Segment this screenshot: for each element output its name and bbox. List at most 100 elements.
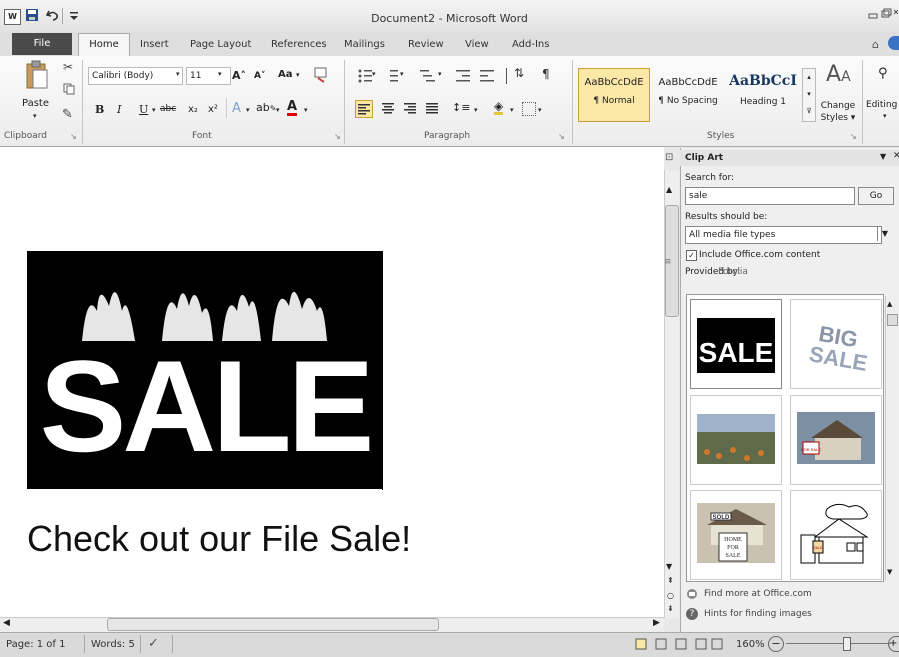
chevron-down-icon[interactable]: ▾: [883, 112, 887, 120]
results-scroll-thumb[interactable]: [887, 314, 898, 326]
font-size-select[interactable]: 11: [186, 67, 231, 85]
pane-splitter-icon[interactable]: ≡: [664, 257, 672, 267]
clear-formatting-icon[interactable]: [312, 66, 330, 84]
minimize-ribbon-icon[interactable]: ⌂: [872, 38, 879, 51]
proofing-icon[interactable]: ✓: [148, 636, 159, 651]
style-heading-1[interactable]: AaBbCcI Heading 1: [724, 68, 802, 122]
copy-icon[interactable]: [63, 83, 75, 95]
results-scrollbar[interactable]: [885, 296, 898, 580]
chevron-down-icon[interactable]: ▾: [176, 70, 180, 78]
paste-button[interactable]: Paste: [22, 98, 49, 109]
chevron-down-icon[interactable]: ▾: [304, 106, 308, 114]
tab-home[interactable]: Home: [78, 33, 130, 57]
image-resize-handle[interactable]: [382, 468, 383, 490]
pane-options-icon[interactable]: ▼: [880, 152, 886, 161]
chevron-down-icon[interactable]: ▾: [152, 106, 156, 114]
paste-dropdown-icon[interactable]: ▾: [33, 112, 37, 120]
paragraph-launcher-icon[interactable]: ↘: [558, 132, 565, 141]
show-formatting-button[interactable]: ¶: [542, 67, 550, 81]
close-icon[interactable]: ✕: [893, 151, 899, 161]
zoom-level[interactable]: 160%: [736, 639, 765, 650]
tab-file[interactable]: File: [12, 33, 72, 55]
clip-thumb-sale[interactable]: SALE: [690, 299, 782, 389]
chevron-down-icon[interactable]: ▾: [510, 106, 514, 114]
italic-button[interactable]: I: [117, 103, 121, 116]
underline-button[interactable]: U: [139, 103, 148, 116]
clip-thumb-for-sale-house[interactable]: FOR SALE: [790, 395, 882, 485]
scroll-right-icon[interactable]: ▶: [653, 618, 660, 628]
zoom-slider-thumb[interactable]: [843, 637, 851, 651]
cut-icon[interactable]: ✂: [63, 60, 73, 74]
subscript-button[interactable]: x₂: [188, 104, 198, 115]
format-painter-icon[interactable]: ✎: [62, 107, 73, 122]
zoom-slider-track[interactable]: [786, 643, 890, 644]
align-right-button[interactable]: [402, 100, 418, 116]
font-launcher-icon[interactable]: ↘: [334, 132, 341, 141]
chevron-down-icon[interactable]: ▾: [276, 106, 280, 114]
find-more-link[interactable]: Find more at Office.com: [704, 589, 812, 599]
clip-thumb-big-sale[interactable]: BIG SALE: [790, 299, 882, 389]
justify-button[interactable]: [424, 100, 440, 116]
go-button[interactable]: Go: [858, 187, 894, 205]
font-family-select[interactable]: Calibri (Body): [88, 67, 183, 85]
chevron-down-icon[interactable]: ▾: [246, 106, 250, 114]
clip-thumb-pumpkin-field[interactable]: [690, 395, 782, 485]
styles-gallery-scroll[interactable]: ▴ ▾ ⊽: [802, 68, 816, 122]
clipboard-launcher-icon[interactable]: ↘: [70, 132, 77, 141]
align-center-button[interactable]: [380, 100, 396, 116]
style-no-spacing[interactable]: AaBbCcDdE ¶ No Spacing: [652, 68, 724, 122]
chevron-down-icon[interactable]: ▼: [877, 227, 892, 241]
tab-insert[interactable]: Insert: [140, 36, 169, 54]
superscript-button[interactable]: x²: [208, 104, 218, 115]
line-spacing-icon[interactable]: ↕≡: [452, 101, 470, 114]
tab-page-layout[interactable]: Page Layout: [190, 36, 251, 54]
help-icon[interactable]: [888, 36, 899, 50]
scroll-up-icon[interactable]: ▲: [887, 300, 892, 308]
borders-icon[interactable]: [522, 102, 536, 116]
chevron-down-icon[interactable]: ▾: [296, 71, 300, 79]
scroll-up-icon[interactable]: ▲: [666, 185, 672, 194]
change-styles-icon[interactable]: AA: [826, 62, 851, 87]
zoom-in-button[interactable]: +: [888, 636, 899, 652]
next-page-icon[interactable]: ⇟: [667, 604, 674, 613]
grow-font-icon[interactable]: A˄: [232, 69, 246, 82]
scroll-down-icon[interactable]: ▼: [666, 562, 672, 571]
align-left-button[interactable]: [355, 100, 373, 118]
zoom-out-button[interactable]: −: [768, 636, 784, 652]
shading-icon[interactable]: ◈: [494, 100, 504, 115]
paste-icon[interactable]: [24, 60, 50, 92]
strikethrough-button[interactable]: abc: [160, 104, 176, 114]
view-buttons[interactable]: [632, 637, 724, 651]
clip-thumb-sold-house[interactable]: SALE: [790, 490, 882, 580]
word-count[interactable]: Words: 5: [91, 639, 135, 650]
scroll-down-icon[interactable]: ▼: [887, 568, 892, 576]
horizontal-scroll-thumb[interactable]: [107, 618, 439, 631]
numbering-dropdown-icon[interactable]: ▾: [400, 70, 404, 78]
hints-link[interactable]: Hints for finding images: [704, 609, 812, 619]
tab-references[interactable]: References: [271, 36, 327, 54]
text-effects-icon[interactable]: A: [232, 101, 241, 116]
scroll-left-icon[interactable]: ◀: [3, 618, 10, 628]
font-color-icon[interactable]: A: [287, 100, 298, 116]
tab-add-ins[interactable]: Add-Ins: [512, 36, 549, 54]
bold-button[interactable]: B: [95, 103, 104, 116]
change-case-button[interactable]: Aa: [278, 69, 293, 80]
style-normal[interactable]: AaBbCcDdE ¶ Normal: [578, 68, 650, 122]
search-input[interactable]: sale: [685, 187, 855, 205]
tab-mailings[interactable]: Mailings: [344, 36, 385, 54]
sort-icon[interactable]: ⇅: [514, 66, 524, 80]
shrink-font-icon[interactable]: A˅: [254, 71, 265, 81]
change-styles-button[interactable]: Change Styles ▾: [820, 100, 856, 124]
find-icon[interactable]: ⚲: [878, 66, 888, 81]
include-office-checkbox[interactable]: ✓: [686, 250, 697, 261]
styles-launcher-icon[interactable]: ↘: [850, 132, 857, 141]
clip-thumb-home-for-sale[interactable]: SOLD HOME FOR SALE: [690, 490, 782, 580]
bullets-dropdown-icon[interactable]: ▾: [372, 70, 376, 78]
media-type-select[interactable]: All media file types: [685, 226, 882, 244]
sale-clip-art-image[interactable]: SALE: [27, 251, 383, 489]
window-controls[interactable]: [868, 8, 899, 22]
multilevel-dropdown-icon[interactable]: ▾: [438, 70, 442, 78]
document-body-text[interactable]: Check out our File Sale!: [27, 518, 411, 560]
chevron-down-icon[interactable]: ▾: [474, 106, 478, 114]
chevron-down-icon[interactable]: ▾: [218, 70, 222, 78]
